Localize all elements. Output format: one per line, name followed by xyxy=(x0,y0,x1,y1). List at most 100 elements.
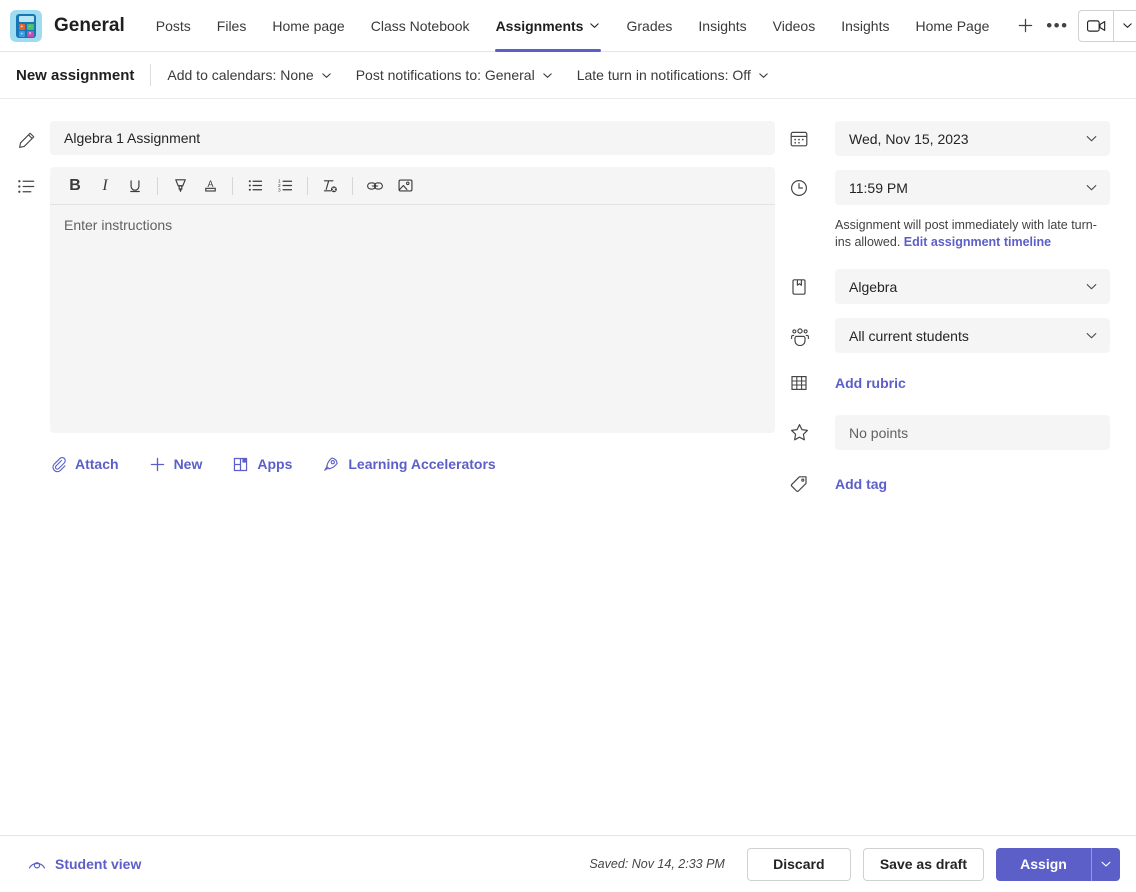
insert-link-button[interactable] xyxy=(360,172,390,200)
category-select[interactable]: Algebra xyxy=(835,269,1110,304)
bulleted-list-button[interactable] xyxy=(240,172,270,200)
divider xyxy=(352,177,353,195)
pencil-icon xyxy=(16,121,50,151)
italic-button[interactable]: I xyxy=(90,172,120,200)
new-button[interactable]: New xyxy=(149,456,203,473)
bold-button[interactable]: B xyxy=(60,172,90,200)
tab-videos[interactable]: Videos xyxy=(760,0,829,52)
tab-insights-2[interactable]: Insights xyxy=(828,0,902,52)
due-time-value: 11:59 PM xyxy=(849,180,1085,196)
page-title: New assignment xyxy=(16,67,150,84)
add-to-calendars-dropdown[interactable]: Add to calendars: None xyxy=(167,67,331,83)
eye-icon xyxy=(28,857,46,871)
assignment-right-column: Wed, Nov 15, 2023 11:59 PM xyxy=(775,121,1136,892)
svg-text:3: 3 xyxy=(277,188,280,194)
add-rubric-link[interactable]: Add rubric xyxy=(835,375,906,391)
save-as-draft-button[interactable]: Save as draft xyxy=(863,848,984,881)
tab-home-page-2[interactable]: Home Page xyxy=(902,0,1002,52)
assignment-sub-toolbar: New assignment Add to calendars: None Po… xyxy=(0,52,1136,99)
instructions-input[interactable]: Enter instructions xyxy=(50,205,775,433)
more-options-icon[interactable]: ••• xyxy=(1042,11,1072,41)
chevron-down-icon xyxy=(1085,329,1098,342)
assignment-footer: Student view Saved: Nov 14, 2:33 PM Disc… xyxy=(0,835,1136,892)
due-date-select[interactable]: Wed, Nov 15, 2023 xyxy=(835,121,1110,156)
tab-label: Insights xyxy=(698,18,746,34)
assignment-title-input[interactable] xyxy=(50,121,775,155)
add-rubric-row: Add rubric xyxy=(789,373,1110,393)
apps-icon xyxy=(232,456,249,473)
post-notifications-dropdown[interactable]: Post notifications to: General xyxy=(356,67,553,83)
divider xyxy=(232,177,233,195)
tab-label: Grades xyxy=(626,18,672,34)
tab-list: Posts Files Home page Class Notebook Ass… xyxy=(143,0,1043,52)
tab-insights[interactable]: Insights xyxy=(685,0,759,52)
chevron-down-icon[interactable] xyxy=(1114,11,1136,41)
add-tag-link[interactable]: Add tag xyxy=(835,476,887,492)
rich-text-toolbar: B I xyxy=(50,167,775,205)
points-input[interactable]: No points xyxy=(835,415,1110,450)
tab-label: Insights xyxy=(841,18,889,34)
grid-icon xyxy=(789,373,835,393)
student-view-button[interactable]: Student view xyxy=(28,856,141,872)
apps-label: Apps xyxy=(257,456,292,472)
tab-class-notebook[interactable]: Class Notebook xyxy=(358,0,483,52)
video-camera-icon[interactable] xyxy=(1079,11,1113,41)
tab-label: Assignments xyxy=(496,18,584,34)
assign-to-select[interactable]: All current students xyxy=(835,318,1110,353)
tab-files[interactable]: Files xyxy=(204,0,260,52)
tab-label: Home page xyxy=(272,18,344,34)
tab-label: Posts xyxy=(156,18,191,34)
tab-label: Files xyxy=(217,18,247,34)
insert-image-button[interactable] xyxy=(390,172,420,200)
tab-posts[interactable]: Posts xyxy=(143,0,204,52)
points-value: No points xyxy=(849,425,1098,441)
assign-to-value: All current students xyxy=(849,328,1085,344)
team-name: General xyxy=(54,15,125,37)
points-row: No points xyxy=(789,415,1110,450)
due-date-row: Wed, Nov 15, 2023 xyxy=(789,121,1110,156)
due-time-select[interactable]: 11:59 PM xyxy=(835,170,1110,205)
late-turn-in-label: Late turn in notifications: Off xyxy=(577,67,751,83)
numbered-list-button[interactable]: 1 2 3 xyxy=(270,172,300,200)
footer-actions: Saved: Nov 14, 2:33 PM Discard Save as d… xyxy=(589,848,1120,881)
add-to-calendars-label: Add to calendars: None xyxy=(167,67,313,83)
tab-grades[interactable]: Grades xyxy=(613,0,685,52)
tab-label: Home Page xyxy=(915,18,989,34)
font-color-button[interactable]: A xyxy=(195,172,225,200)
chevron-down-icon[interactable] xyxy=(1092,848,1120,881)
student-view-label: Student view xyxy=(55,856,141,872)
divider xyxy=(307,177,308,195)
late-turn-in-notifications-dropdown[interactable]: Late turn in notifications: Off xyxy=(577,67,769,83)
category-row: Algebra xyxy=(789,269,1110,304)
due-time-row: 11:59 PM xyxy=(789,170,1110,205)
instructions-field-row: B I xyxy=(16,167,775,433)
divider xyxy=(150,64,151,86)
new-label: New xyxy=(174,456,203,472)
instructions-editor: B I xyxy=(50,167,775,433)
add-tab-button[interactable] xyxy=(1008,9,1042,43)
teams-assignment-window: + - ÷ × General Posts Files Home page Cl… xyxy=(0,0,1136,892)
post-notifications-label: Post notifications to: General xyxy=(356,67,535,83)
assign-button[interactable]: Assign xyxy=(996,848,1091,881)
discard-button[interactable]: Discard xyxy=(747,848,851,881)
clock-icon xyxy=(789,178,835,198)
chevron-down-icon xyxy=(1085,280,1098,293)
assignment-left-column: B I xyxy=(0,121,775,892)
tab-home-page[interactable]: Home page xyxy=(259,0,357,52)
attach-button[interactable]: Attach xyxy=(50,456,119,473)
underline-button[interactable] xyxy=(120,172,150,200)
learning-accelerators-label: Learning Accelerators xyxy=(348,456,495,472)
learning-accelerators-button[interactable]: Learning Accelerators xyxy=(322,455,495,473)
clear-formatting-button[interactable] xyxy=(315,172,345,200)
chevron-down-icon xyxy=(1085,132,1098,145)
calendar-icon xyxy=(789,129,835,149)
tab-assignments[interactable]: Assignments xyxy=(483,0,614,52)
category-value: Algebra xyxy=(849,279,1085,295)
saved-status: Saved: Nov 14, 2:33 PM xyxy=(589,857,725,871)
assign-split-button: Assign xyxy=(996,848,1120,881)
edit-assignment-timeline-link[interactable]: Edit assignment timeline xyxy=(904,235,1051,249)
title-field-row xyxy=(16,121,775,155)
highlight-button[interactable] xyxy=(165,172,195,200)
apps-button[interactable]: Apps xyxy=(232,456,292,473)
svg-text:A: A xyxy=(207,179,213,189)
